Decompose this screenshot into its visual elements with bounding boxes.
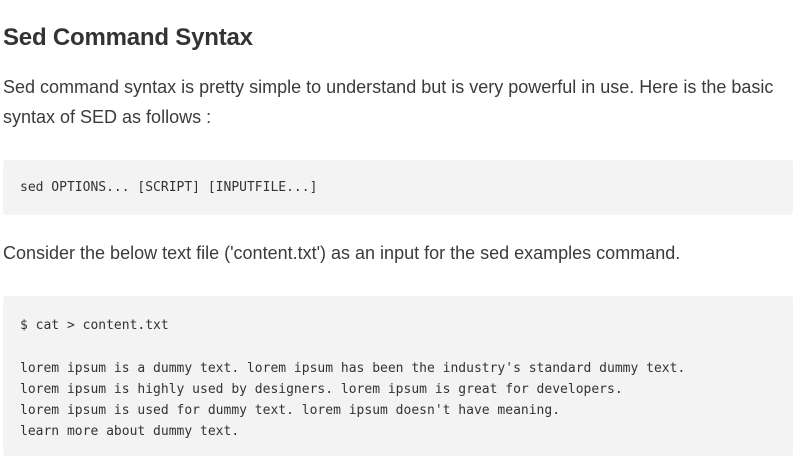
syntax-code-block: sed OPTIONS... [SCRIPT] [INPUTFILE...] (3, 160, 793, 215)
syntax-code-line: sed OPTIONS... [SCRIPT] [INPUTFILE...] (20, 180, 318, 195)
example-output-line: lorem ipsum is used for dummy text. lore… (20, 403, 561, 418)
example-output-line: lorem ipsum is highly used by designers.… (20, 382, 623, 397)
example-command-line: $ cat > content.txt (20, 318, 169, 333)
example-output-line: learn more about dummy text. (20, 424, 240, 439)
section-heading: Sed Command Syntax (3, 24, 253, 51)
intro-paragraph: Sed command syntax is pretty simple to u… (3, 77, 774, 127)
example-code-block: $ cat > content.txt lorem ipsum is a dum… (3, 296, 793, 456)
consider-paragraph: Consider the below text file ('content.t… (3, 243, 681, 263)
example-output-line: lorem ipsum is a dummy text. lorem ipsum… (20, 361, 686, 376)
